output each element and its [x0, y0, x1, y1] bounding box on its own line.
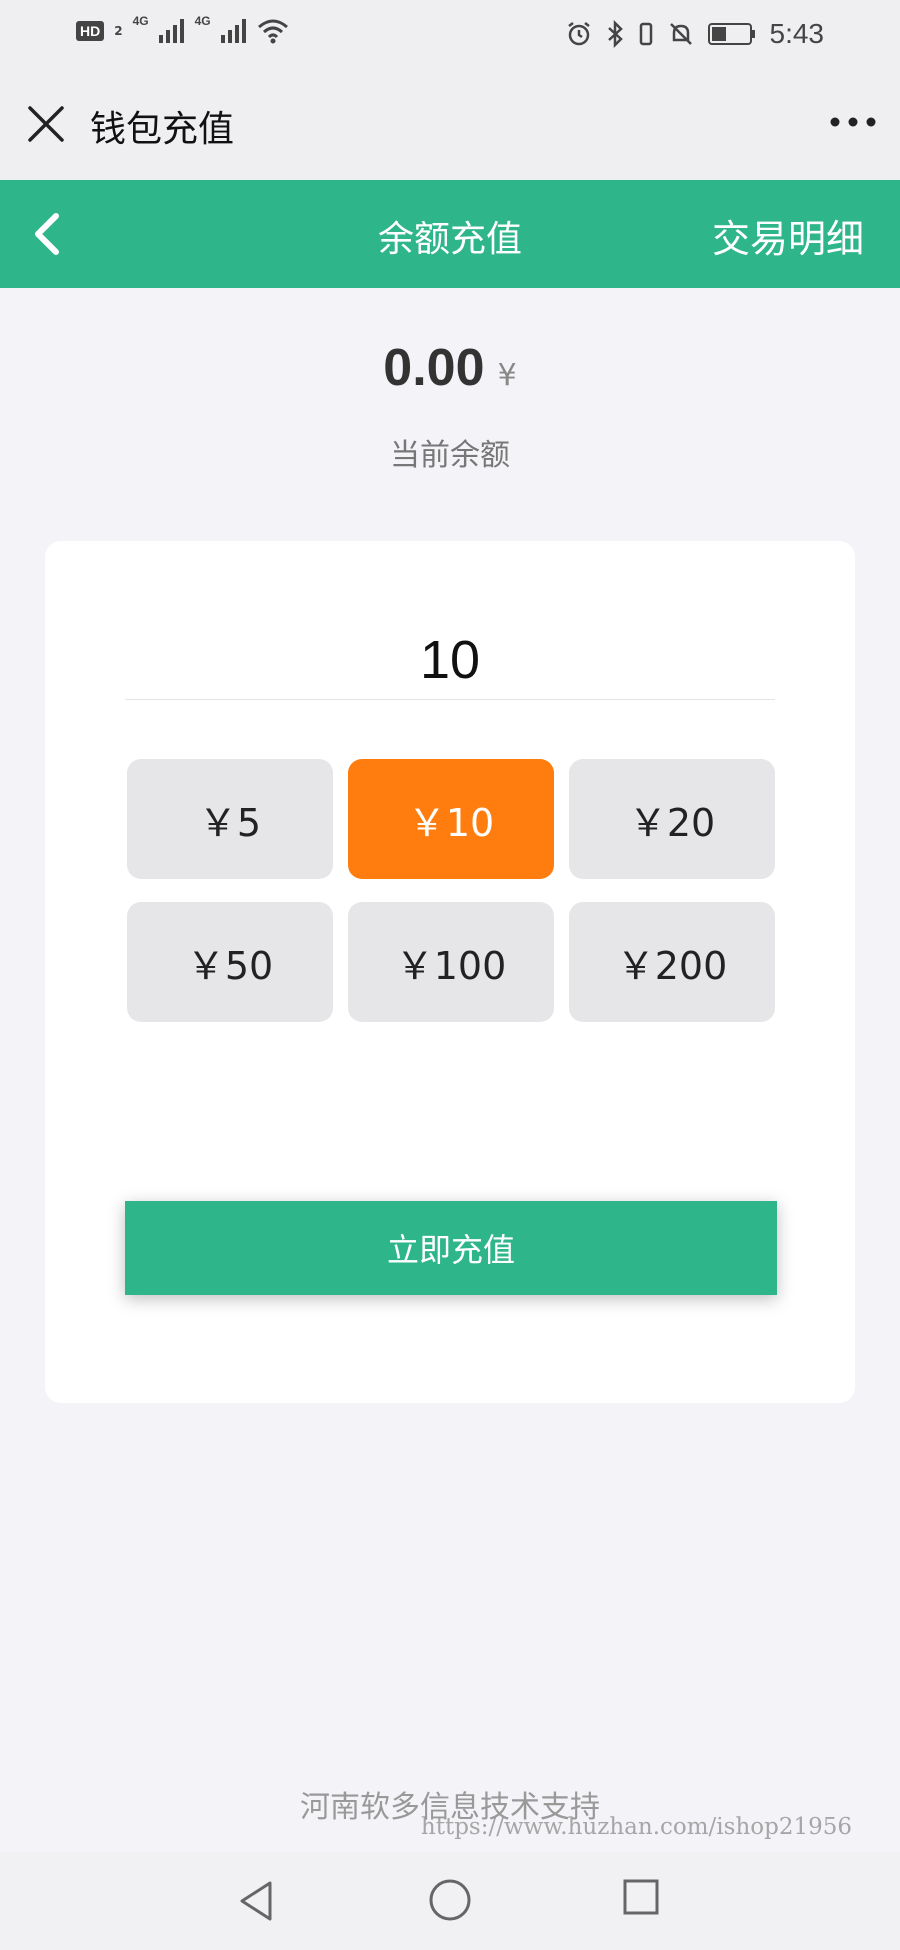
amount-option-100[interactable]: ￥100: [348, 902, 554, 1022]
balance-currency: ¥: [497, 358, 517, 393]
network-type-1: 4G: [132, 14, 149, 28]
balance-amount: 0.00: [383, 339, 485, 397]
more-icon[interactable]: [828, 114, 878, 130]
nav-back-icon[interactable]: [236, 1878, 276, 1924]
network-type-2: 4G: [194, 14, 211, 28]
system-nav-bar: [0, 1852, 900, 1950]
app-title-bar: 钱包充值: [0, 70, 900, 180]
page-title: 钱包充值: [90, 109, 235, 150]
balance-display: 0.00 ¥: [0, 338, 900, 398]
bell-off-icon: [669, 23, 692, 45]
status-left: HD 2 4G 4G: [76, 14, 289, 44]
green-header: 余额充值 交易明细: [0, 180, 900, 288]
amount-option-5[interactable]: ￥5: [127, 759, 333, 879]
vibrate-icon: [639, 22, 652, 46]
bluetooth-icon: [607, 20, 623, 48]
alarm-icon: [567, 22, 590, 46]
amount-option-10[interactable]: ￥10: [348, 759, 554, 879]
recharge-now-button[interactable]: 立即充值: [125, 1201, 777, 1295]
status-right: 5:43: [566, 18, 825, 50]
balance-label: 当前余额: [390, 438, 510, 473]
signal-icon: [220, 19, 246, 43]
status-bar: HD 2 4G 4G 5:43: [0, 0, 900, 70]
nav-recent-apps-icon[interactable]: [622, 1878, 660, 1916]
signal-icon: [158, 19, 184, 43]
amount-option-50[interactable]: ￥50: [127, 902, 333, 1022]
battery-icon: [707, 23, 755, 45]
hd-badge: HD: [76, 21, 105, 41]
watermark: https://www.huzhan.com/ishop21956: [420, 1814, 852, 1840]
nav-home-icon[interactable]: [428, 1878, 472, 1922]
amount-option-20[interactable]: ￥20: [569, 759, 775, 879]
hd-sub: 2: [114, 24, 123, 38]
transaction-details-link[interactable]: 交易明细: [712, 208, 864, 263]
amount-option-200[interactable]: ￥200: [569, 902, 775, 1022]
wifi-icon: [257, 19, 288, 44]
recharge-card: ￥5 ￥10 ￥20 ￥50 ￥100 ￥200 立即充值: [45, 541, 855, 1403]
close-icon[interactable]: [24, 102, 68, 146]
amount-input[interactable]: [125, 621, 775, 700]
clock: 5:43: [769, 18, 825, 49]
amount-options: ￥5 ￥10 ￥20 ￥50 ￥100 ￥200: [127, 759, 775, 1022]
